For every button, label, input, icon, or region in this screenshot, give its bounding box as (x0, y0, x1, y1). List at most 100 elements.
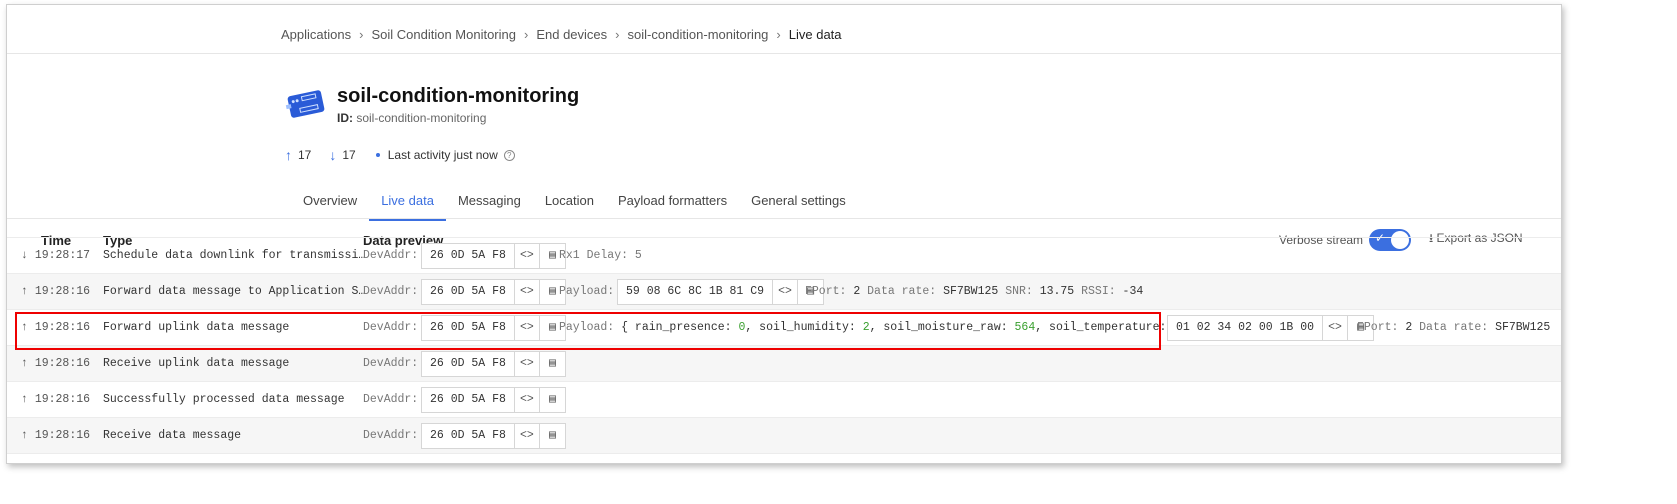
row-type: Schedule data downlink for transmissi… (103, 249, 366, 262)
payload-box-value: 59 08 6C 8C 1B 81 C9 (618, 280, 774, 304)
code-toggle-icon[interactable]: <> (773, 280, 799, 304)
breadcrumb-applications[interactable]: Applications (281, 27, 351, 42)
devaddr-label: DevAddr: (363, 429, 419, 442)
time-value: 19:28:16 (34, 285, 91, 298)
devaddr-box: 26 0D 5A F8 <> ▤ (421, 279, 566, 305)
soil-humidity-value: 2 (862, 321, 870, 334)
row-type: Receive data message (103, 429, 242, 442)
table-row[interactable]: ↑ 19:28:16 Forward uplink data message Dev… (7, 309, 1561, 345)
tab-live-data[interactable]: Live data (369, 187, 446, 221)
payload-label: Payload: (559, 285, 615, 298)
datarate-label: Data rate: (867, 285, 937, 298)
devaddr-value: 26 0D 5A F8 (422, 244, 515, 268)
id-label: ID: (337, 111, 353, 125)
snr-label: SNR: (1005, 285, 1033, 298)
table-row[interactable] (7, 453, 1561, 463)
rssi-label: RSSI: (1081, 285, 1116, 298)
table-row[interactable]: ↑ 19:28:16 Receive data message DevAddr: 26… (7, 417, 1561, 453)
chevron-right-icon: › (615, 27, 620, 42)
id-value: soil-condition-monitoring (356, 111, 487, 125)
devaddr-value: 26 0D 5A F8 (422, 316, 515, 340)
snr-value: 13.75 (1039, 285, 1075, 298)
arrow-down-icon: ↓ (21, 249, 28, 262)
datarate-value: SF7BW125 (943, 285, 999, 298)
decoded-payload: Payload: { rain_presence: 0, soil_humidi… (559, 310, 1201, 346)
fport-value: 2 (1405, 321, 1413, 334)
device-icon (285, 90, 325, 118)
chevron-right-icon: › (359, 27, 364, 42)
soil-moisture-value: 564 (1014, 321, 1036, 334)
copy-icon[interactable]: ▤ (540, 388, 565, 412)
arrow-up-icon: ↑ (21, 393, 28, 406)
device-stats: ↑ 17 ↓ 17 Last activity just now ? (285, 147, 515, 163)
devaddr-box: 26 0D 5A F8 <> ▤ (421, 315, 566, 341)
payload-box: 01 02 34 02 00 1B 00 <> ▤ (1167, 315, 1375, 341)
devaddr-label: DevAddr: (363, 321, 419, 334)
row-type: Forward uplink data message (103, 321, 290, 334)
tab-location[interactable]: Location (533, 187, 606, 221)
arrow-up-icon: ↑ (21, 429, 28, 442)
rssi-value: -34 (1122, 285, 1144, 298)
downlink-count: 17 (342, 148, 356, 162)
arrow-down-icon: ↓ (329, 147, 337, 163)
devaddr-box: 26 0D 5A F8 <> ▤ (421, 423, 566, 449)
devaddr-value: 26 0D 5A F8 (422, 388, 515, 412)
tab-messaging[interactable]: Messaging (446, 187, 533, 221)
row-time: ↑ 19:28:16 (21, 382, 90, 418)
code-toggle-icon[interactable]: <> (515, 352, 540, 376)
devaddr-value: 26 0D 5A F8 (422, 352, 515, 376)
code-toggle-icon[interactable]: <> (515, 280, 540, 304)
datarate-label: Data rate: (1419, 321, 1489, 334)
copy-icon[interactable]: ▤ (540, 352, 565, 376)
app-window: Applications › Soil Condition Monitoring ›… (6, 4, 1562, 464)
breadcrumb-device[interactable]: soil-condition-monitoring (628, 27, 769, 42)
row-type: Forward data message to Application S… (103, 285, 366, 298)
code-toggle-icon[interactable]: <> (515, 388, 540, 412)
devaddr-value: 26 0D 5A F8 (422, 424, 515, 448)
breadcrumb-end-devices[interactable]: End devices (536, 27, 607, 42)
breadcrumb: Applications › Soil Condition Monitoring ›… (281, 27, 842, 42)
code-toggle-icon[interactable]: <> (1323, 316, 1349, 340)
time-value: 19:28:16 (34, 393, 91, 406)
devaddr-box: 26 0D 5A F8 <> ▤ (421, 387, 566, 413)
device-id: ID: soil-condition-monitoring (337, 111, 486, 125)
devaddr-value: 26 0D 5A F8 (422, 280, 515, 304)
fport-label: FPort: (1357, 321, 1399, 334)
table-row[interactable]: ↑ 19:28:16 Successfully processed data me… (7, 381, 1561, 417)
tab-general-settings[interactable]: General settings (739, 187, 858, 221)
copy-icon[interactable]: ▤ (540, 424, 565, 448)
time-value: 19:28:16 (34, 357, 91, 370)
table-row[interactable]: ↑ 19:28:16 Receive uplink data message Dev… (7, 345, 1561, 381)
tab-bar: Overview Live data Messaging Location Pa… (291, 187, 858, 221)
row-time: ↑ 19:28:16 (21, 346, 90, 382)
last-activity: Last activity just now (387, 148, 498, 162)
arrow-up-icon: ↑ (285, 147, 292, 163)
devaddr-box: 26 0D 5A F8 <> ▤ (421, 351, 566, 377)
code-toggle-icon[interactable]: <> (515, 244, 540, 268)
table-row[interactable]: ↓ 19:28:17 Schedule data downlink for tra… (7, 237, 1561, 273)
fport-value: 2 (853, 285, 861, 298)
chevron-right-icon: › (523, 27, 529, 42)
breadcrumb-application[interactable]: Soil Condition Monitoring (371, 27, 516, 42)
chevron-right-icon: › (776, 27, 781, 42)
row-time: ↑ 19:28:16 (21, 418, 90, 454)
devaddr-label: DevAddr: (363, 393, 419, 406)
time-value: 19:28:16 (34, 429, 91, 442)
table-row[interactable]: ↑ 19:28:16 Forward data message to Applic… (7, 273, 1561, 309)
row-type: Receive uplink data message (103, 357, 290, 370)
tab-payload-formatters[interactable]: Payload formatters (606, 187, 739, 221)
devaddr-label: DevAddr: (363, 285, 419, 298)
row-extra: Rx1 Delay: 5 (559, 249, 642, 262)
breadcrumb-current: Live data (788, 27, 842, 42)
divider (7, 53, 1561, 54)
payload-box: 59 08 6C 8C 1B 81 C9 <> ▤ (617, 279, 825, 305)
tab-overview[interactable]: Overview (291, 187, 369, 221)
row-time: ↓ 19:28:17 (21, 238, 90, 274)
uplink-count: 17 (298, 148, 312, 162)
code-toggle-icon[interactable]: <> (515, 316, 540, 340)
row-type: Successfully processed data message (103, 393, 345, 406)
devaddr-label: DevAddr: (363, 249, 419, 262)
arrow-up-icon: ↑ (21, 285, 28, 298)
code-toggle-icon[interactable]: <> (515, 424, 540, 448)
help-icon[interactable]: ? (503, 149, 515, 161)
